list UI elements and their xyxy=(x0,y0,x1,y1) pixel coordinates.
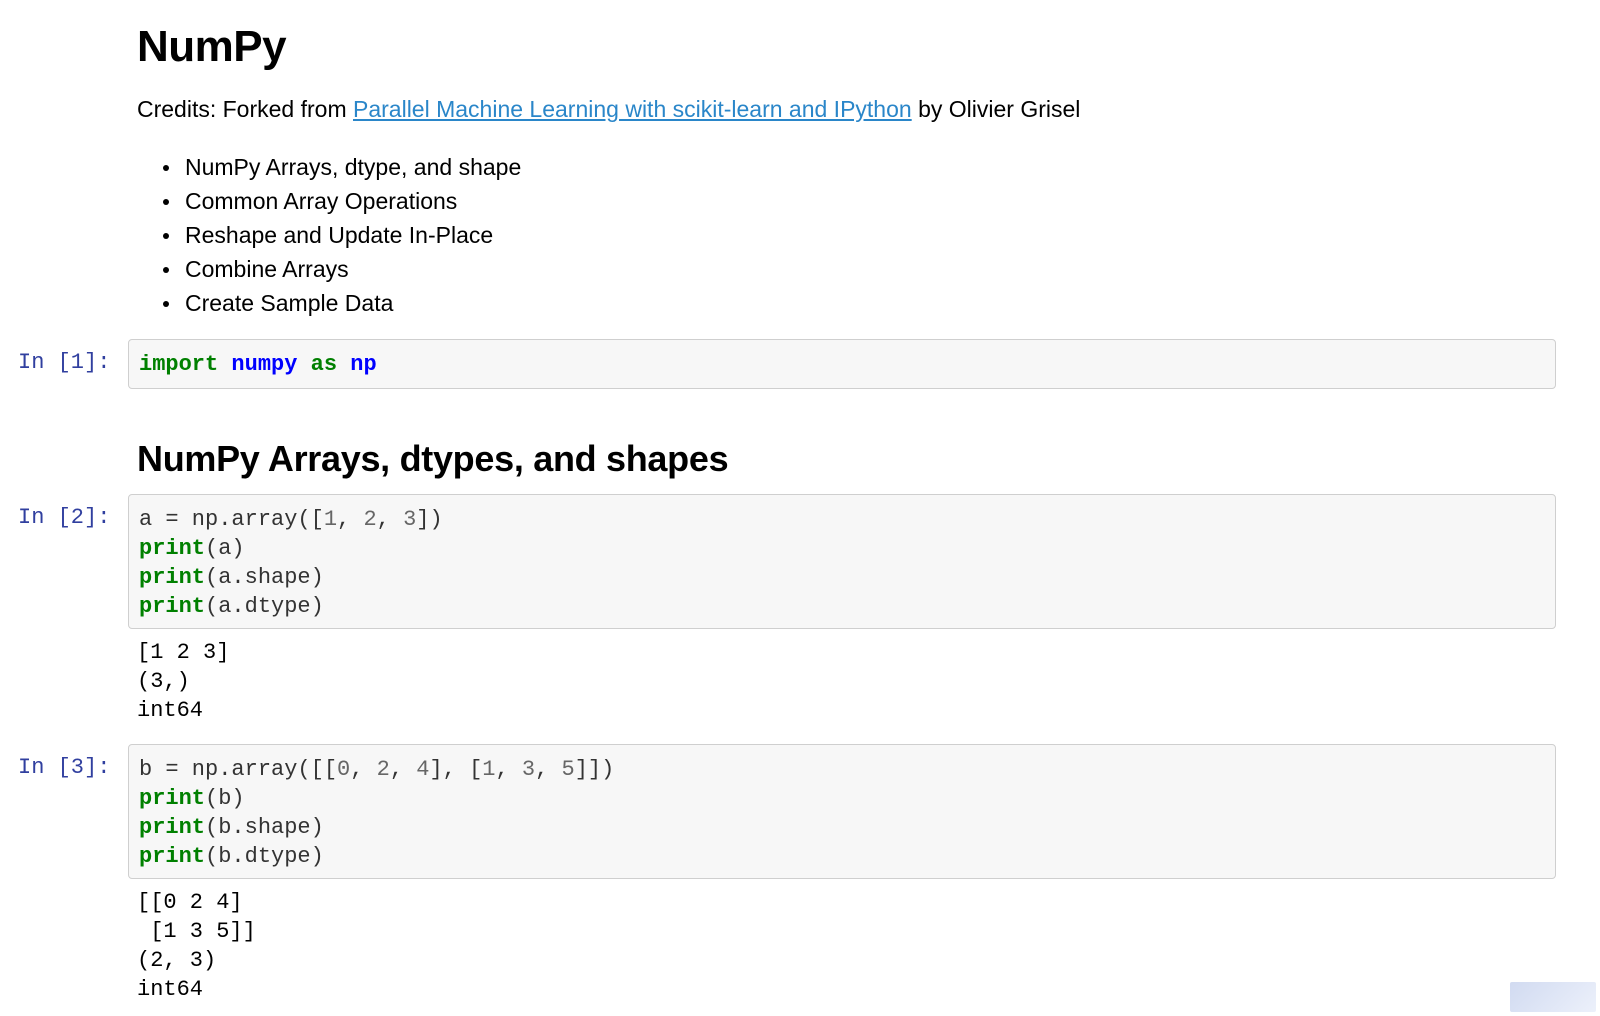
code-cell-3[interactable]: b = np.array([[0, 2, 4], [1, 3, 5]]) pri… xyxy=(128,744,1556,879)
code-token: numpy xyxy=(231,352,298,377)
cell-prompt-1: In [1]: xyxy=(18,350,111,375)
code-token: , xyxy=(376,507,404,532)
code-token: 5 xyxy=(561,757,575,782)
code-token: print xyxy=(139,565,206,590)
code-token: , xyxy=(350,757,377,782)
code-token: print xyxy=(139,786,206,811)
code-token: b = np.array([[ xyxy=(139,757,338,782)
code-token: (b.dtype) xyxy=(205,844,324,869)
code-token: (b) xyxy=(205,786,245,811)
code-token: import xyxy=(139,352,219,377)
code-token: 1 xyxy=(482,757,496,782)
code-cell-2[interactable]: a = np.array([1, 2, 3]) print(a) print(a… xyxy=(128,494,1556,629)
code-token: ]) xyxy=(416,507,443,532)
section-heading: NumPy Arrays, dtypes, and shapes xyxy=(137,438,729,479)
toc-item: NumPy Arrays, dtype, and shape xyxy=(162,150,521,184)
toc-list: NumPy Arrays, dtype, and shape Common Ar… xyxy=(137,150,521,320)
code-token: (a) xyxy=(205,536,245,561)
code-token: ]]) xyxy=(574,757,615,782)
code-token: 2 xyxy=(376,757,390,782)
cell-output-3: [[0 2 4] [1 3 5]] (2, 3) int64 xyxy=(137,890,256,1002)
code-input-1[interactable]: import numpy as np xyxy=(129,340,1555,389)
toc-item: Common Array Operations xyxy=(162,184,521,218)
toc-item: Combine Arrays xyxy=(162,252,521,286)
code-token: print xyxy=(139,536,206,561)
code-cell-1[interactable]: import numpy as np xyxy=(128,339,1556,389)
code-token: as xyxy=(310,352,338,377)
code-input-3[interactable]: b = np.array([[0, 2, 4], [1, 3, 5]]) pri… xyxy=(129,745,1555,881)
code-token: (a.shape) xyxy=(205,565,324,590)
toc-item: Reshape and Update In-Place xyxy=(162,218,521,252)
code-token: 2 xyxy=(363,507,377,532)
code-token: print xyxy=(139,815,206,840)
credits-suffix: by Olivier Grisel xyxy=(911,96,1081,122)
code-token: (a.dtype) xyxy=(205,594,324,619)
code-token: , xyxy=(535,757,562,782)
code-token: (b.shape) xyxy=(205,815,324,840)
code-token: , xyxy=(389,757,417,782)
code-token: 3 xyxy=(521,757,536,782)
code-token: 3 xyxy=(403,507,417,532)
code-token: , xyxy=(337,507,364,532)
watermark-logo xyxy=(1510,982,1596,1012)
code-input-2[interactable]: a = np.array([1, 2, 3]) print(a) print(a… xyxy=(129,495,1555,631)
credits-line: Credits: Forked from Parallel Machine Le… xyxy=(137,96,1080,123)
cell-output-2: [1 2 3] (3,) int64 xyxy=(137,640,230,723)
toc-item: Create Sample Data xyxy=(162,286,521,320)
credits-prefix: Credits: Forked from xyxy=(137,96,353,122)
notebook-title: NumPy xyxy=(137,22,287,71)
code-token: a = np.array([ xyxy=(139,507,324,532)
code-token: print xyxy=(139,594,206,619)
code-token: 1 xyxy=(323,507,338,532)
cell-prompt-3: In [3]: xyxy=(18,755,111,780)
cell-prompt-2: In [2]: xyxy=(18,505,111,530)
code-token: , xyxy=(495,757,522,782)
code-token: ], [ xyxy=(429,757,483,782)
code-token: 4 xyxy=(416,757,430,782)
code-token: print xyxy=(139,844,206,869)
code-token: 0 xyxy=(337,757,351,782)
code-token: np xyxy=(350,352,377,377)
credits-link[interactable]: Parallel Machine Learning with scikit-le… xyxy=(353,96,912,122)
